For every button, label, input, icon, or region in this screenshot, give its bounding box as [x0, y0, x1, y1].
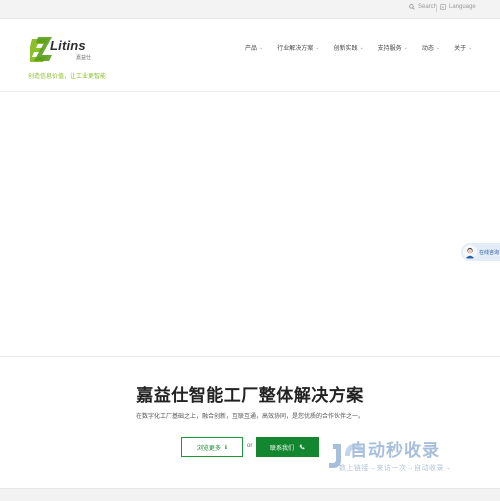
- language-link[interactable]: A Language: [440, 4, 476, 10]
- browse-more-button[interactable]: 浏览更多 ℹ: [181, 437, 243, 457]
- chevron-down-icon: ⌄: [403, 44, 408, 51]
- bottom-strip: [0, 488, 500, 501]
- search-icon: [409, 4, 415, 10]
- language-icon: A: [440, 4, 446, 10]
- page-title: 嘉益仕智能工厂整体解决方案: [136, 386, 364, 405]
- nav-item-news[interactable]: 动态 ⌄: [421, 43, 441, 53]
- nav-item-products[interactable]: 产品 ⌄: [245, 43, 264, 53]
- agent-avatar-icon: [463, 245, 477, 259]
- info-icon: ℹ: [224, 444, 228, 451]
- nav-item-solutions[interactable]: 行业解决方案 ⌄: [277, 43, 320, 53]
- contact-us-button[interactable]: 联系我们: [256, 437, 319, 457]
- hero-description: 在数字化工厂基础之上，融合创新，互联互通，高效协同，是您优质的合作伙伴之一。: [135, 414, 364, 420]
- svg-text:A: A: [442, 6, 445, 10]
- nav-label: 创新实践: [333, 46, 358, 52]
- or-separator: or: [247, 443, 253, 449]
- main-nav: 产品 ⌄ 行业解决方案 ⌄ 创新实践 ⌄ 支持服务 ⌄ 动态 ⌄ 关于 ⌄: [245, 43, 473, 53]
- online-consult-button[interactable]: 在线咨询: [461, 243, 500, 261]
- avatar: [463, 245, 477, 259]
- browse-more-label: 浏览更多: [196, 445, 221, 452]
- phone-icon: [299, 444, 305, 450]
- search-label: Search: [418, 4, 438, 10]
- nav-item-practice[interactable]: 创新实践 ⌄: [333, 43, 364, 53]
- watermark-text: 自动秒收录: [350, 441, 440, 460]
- nav-label: 关于: [454, 46, 467, 52]
- contact-us-label: 联系我们: [269, 445, 294, 452]
- language-label: Language: [449, 4, 476, 10]
- chevron-down-icon: ⌄: [468, 44, 473, 51]
- search-link[interactable]: Search: [409, 4, 437, 10]
- nav-label: 行业解决方案: [277, 46, 314, 52]
- nav-item-support[interactable]: 支持服务 ⌄: [377, 43, 408, 53]
- site-header: Litins 嘉益仕 创造信息价值，让工业更智能 产品 ⌄ 行业解决方案 ⌄ 创…: [0, 19, 500, 92]
- chevron-down-icon: ⌄: [259, 44, 264, 51]
- chevron-down-icon: ⌄: [315, 44, 320, 51]
- nav-item-about[interactable]: 关于 ⌄: [454, 43, 473, 53]
- chevron-down-icon: ⌄: [435, 44, 441, 51]
- watermark-subtext: 数上链接→来访一次→自动收录→: [339, 465, 452, 472]
- brand-slogan: 创造信息价值，让工业更智能: [28, 74, 107, 80]
- nav-label: 支持服务: [377, 46, 402, 52]
- online-consult-label: 在线咨询: [479, 249, 500, 256]
- brand-name: Litins: [50, 38, 86, 53]
- nav-label: 动态: [421, 46, 434, 52]
- brand-sub: 嘉益仕: [76, 55, 92, 61]
- divider: [436, 5, 437, 12]
- top-utility-bar: Search A Language: [0, 0, 500, 19]
- hero-banner: [0, 92, 500, 357]
- nav-label: 产品: [245, 46, 258, 52]
- chevron-down-icon: ⌄: [359, 44, 364, 51]
